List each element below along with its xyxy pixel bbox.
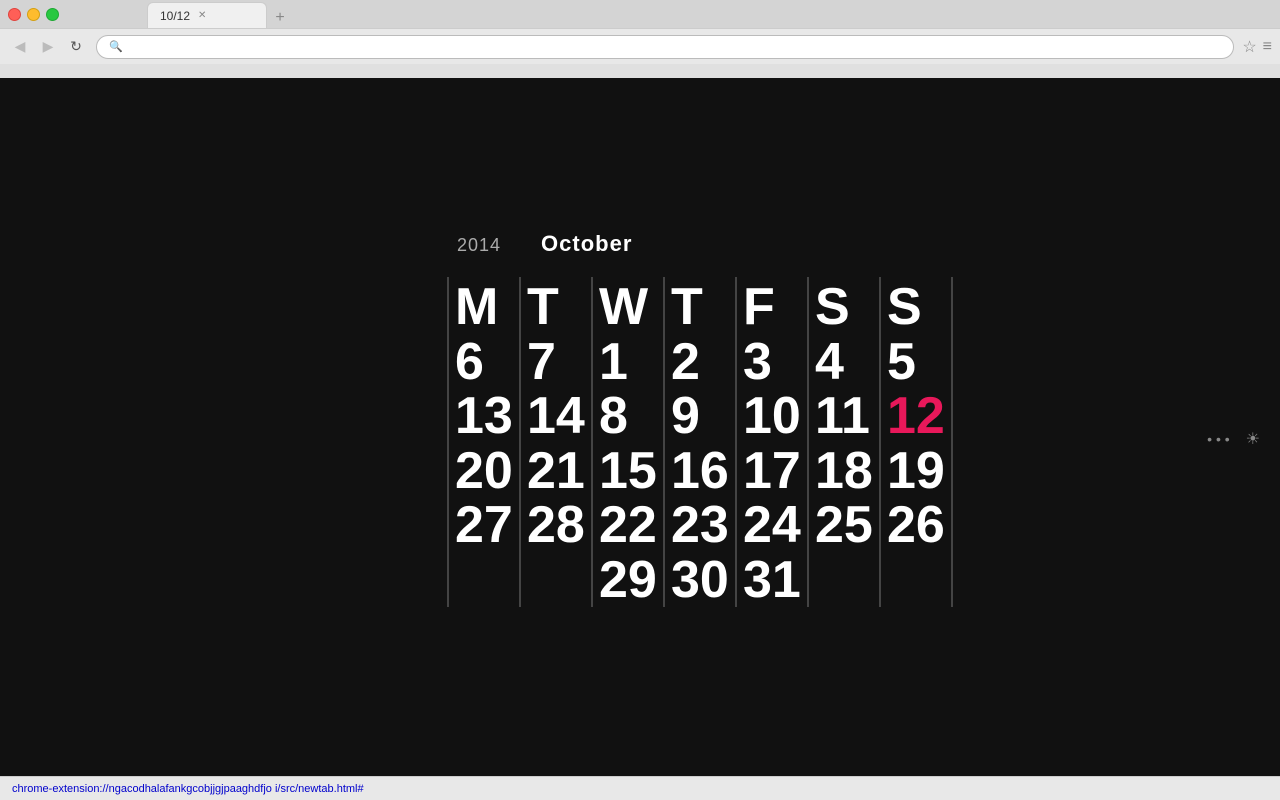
day-column: S41118250	[809, 277, 881, 608]
search-icon: 🔍	[109, 40, 123, 53]
day-cell[interactable]: 24	[743, 498, 801, 553]
day-cell[interactable]: 5	[887, 335, 945, 390]
day-column: S51219260	[881, 277, 953, 608]
address-bar[interactable]: 🔍	[96, 35, 1234, 59]
status-url: chrome-extension://ngacodhalafankgcobjjg…	[12, 783, 364, 795]
reload-button[interactable]: ↻	[64, 35, 88, 59]
tab-close-icon[interactable]: ✕	[198, 10, 206, 21]
day-cell[interactable]: 7	[527, 335, 585, 390]
day-cell[interactable]: 10	[743, 389, 801, 444]
bookmark-star-icon[interactable]: ☆	[1242, 37, 1256, 57]
day-cell[interactable]: 28	[527, 498, 585, 553]
day-cell[interactable]: 12	[887, 389, 945, 444]
tab-bar: 10/12 ✕ +	[67, 0, 293, 28]
new-tab-button[interactable]: +	[267, 8, 293, 28]
day-column: F310172431	[737, 277, 809, 608]
close-button[interactable]	[8, 8, 21, 21]
title-bar: 10/12 ✕ +	[0, 0, 1280, 28]
bottom-right-controls: • • • ☀	[1207, 429, 1260, 449]
day-column: T71421280	[521, 277, 593, 608]
day-cell[interactable]: 20	[455, 444, 513, 499]
minimize-button[interactable]	[27, 8, 40, 21]
day-cell[interactable]: 31	[743, 553, 801, 608]
maximize-button[interactable]	[46, 8, 59, 21]
calendar-container: 2014 October M61320270T71421280W18152229…	[447, 231, 953, 608]
day-cell[interactable]: 6	[455, 335, 513, 390]
day-header: T	[527, 277, 585, 335]
dots-icon[interactable]: • • •	[1207, 431, 1229, 447]
day-cell[interactable]: 8	[599, 389, 657, 444]
traffic-lights	[8, 8, 59, 21]
toolbar-right: ☆ ≡	[1242, 37, 1272, 57]
reload-icon: ↻	[70, 38, 82, 55]
day-cell[interactable]: 25	[815, 498, 873, 553]
calendar-grid: M61320270T71421280W18152229T29162330F310…	[447, 277, 953, 608]
status-bar: chrome-extension://ngacodhalafankgcobjjg…	[0, 776, 1280, 800]
day-cell[interactable]: 2	[671, 335, 729, 390]
forward-button[interactable]: ▶	[36, 35, 60, 59]
day-cell[interactable]: 13	[455, 389, 513, 444]
day-cell[interactable]: 29	[599, 553, 657, 608]
day-header: S	[815, 277, 873, 335]
toolbar: ◀ ▶ ↻ 🔍 ☆ ≡	[0, 28, 1280, 64]
day-cell[interactable]: 26	[887, 498, 945, 553]
day-cell[interactable]: 21	[527, 444, 585, 499]
menu-icon[interactable]: ≡	[1263, 38, 1272, 56]
day-cell[interactable]: 22	[599, 498, 657, 553]
day-cell[interactable]: 17	[743, 444, 801, 499]
back-icon: ◀	[15, 38, 26, 55]
forward-icon: ▶	[43, 38, 54, 55]
day-cell[interactable]: 18	[815, 444, 873, 499]
day-header: T	[671, 277, 729, 335]
day-header: F	[743, 277, 801, 335]
day-cell[interactable]: 16	[671, 444, 729, 499]
day-cell[interactable]: 9	[671, 389, 729, 444]
calendar-header: 2014 October	[447, 231, 632, 257]
active-tab[interactable]: 10/12 ✕	[147, 2, 267, 28]
tab-title: 10/12	[160, 9, 190, 23]
back-button[interactable]: ◀	[8, 35, 32, 59]
browser-chrome: 10/12 ✕ + ◀ ▶ ↻ 🔍 ☆ ≡	[0, 0, 1280, 78]
day-header: W	[599, 277, 657, 335]
brightness-icon[interactable]: ☀	[1246, 429, 1260, 449]
day-cell[interactable]: 23	[671, 498, 729, 553]
day-cell[interactable]: 15	[599, 444, 657, 499]
day-column: T29162330	[665, 277, 737, 608]
day-header: S	[887, 277, 945, 335]
year-label: 2014	[457, 235, 501, 256]
day-cell[interactable]: 30	[671, 553, 729, 608]
day-cell[interactable]: 3	[743, 335, 801, 390]
day-cell[interactable]: 27	[455, 498, 513, 553]
day-column: M61320270	[449, 277, 521, 608]
day-cell[interactable]: 19	[887, 444, 945, 499]
day-cell[interactable]: 14	[527, 389, 585, 444]
day-header: M	[455, 277, 513, 335]
day-column: W18152229	[593, 277, 665, 608]
day-cell[interactable]: 11	[815, 389, 873, 444]
day-cell[interactable]: 4	[815, 335, 873, 390]
day-cell[interactable]: 1	[599, 335, 657, 390]
month-label: October	[541, 231, 632, 257]
page-content: 2014 October M61320270T71421280W18152229…	[0, 78, 1280, 800]
